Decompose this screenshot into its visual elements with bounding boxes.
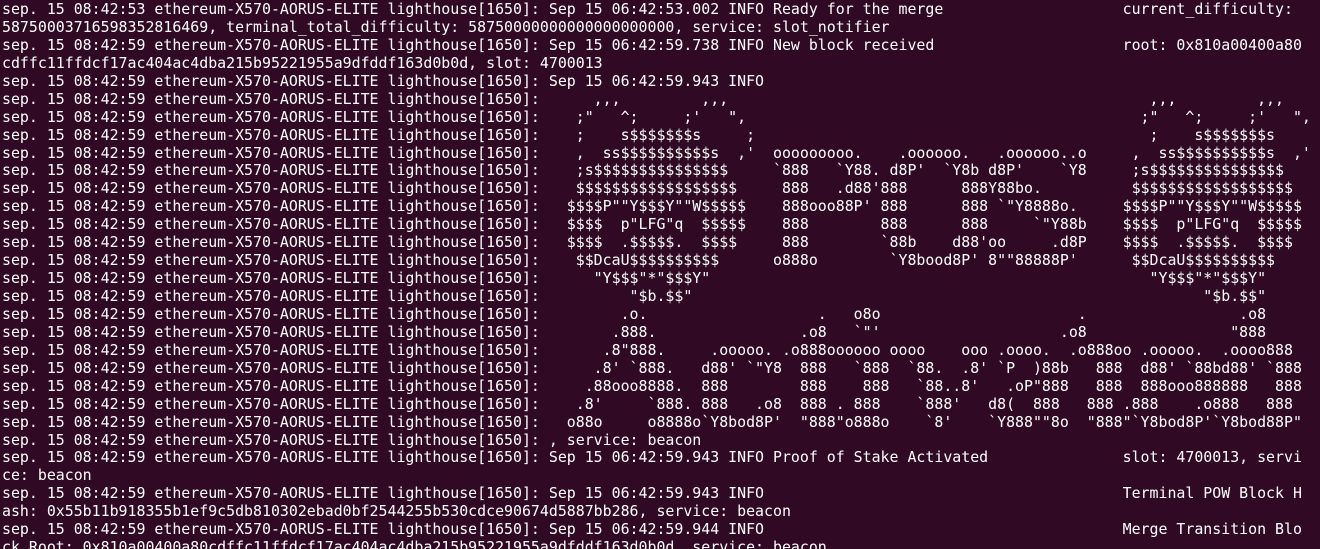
log-line: sep. 15 08:42:59 ethereum-X570-AORUS-ELI… bbox=[2, 287, 1267, 305]
log-line: sep. 15 08:42:59 ethereum-X570-AORUS-ELI… bbox=[2, 430, 702, 449]
log-line: sep. 15 08:42:59 ethereum-X570-AORUS-ELI… bbox=[2, 71, 765, 90]
log-line: sep. 15 08:42:59 ethereum-X570-AORUS-ELI… bbox=[2, 125, 1320, 144]
log-line: sep. 15 08:42:59 ethereum-X570-AORUS-ELI… bbox=[2, 179, 1293, 198]
log-line: sep. 15 08:42:59 ethereum-X570-AORUS-ELI… bbox=[2, 304, 1267, 323]
log-line: sep. 15 08:42:59 ethereum-X570-AORUS-ELI… bbox=[2, 376, 1302, 395]
log-line: sep. 15 08:42:59 ethereum-X570-AORUS-ELI… bbox=[2, 269, 1267, 288]
terminal-window[interactable]: sep. 15 08:42:53 ethereum-X570-AORUS-ELI… bbox=[0, 0, 1320, 549]
log-line: sep. 15 08:42:59 ethereum-X570-AORUS-ELI… bbox=[2, 35, 1302, 54]
log-line: sep. 15 08:42:59 ethereum-X570-AORUS-ELI… bbox=[2, 251, 1276, 270]
log-line: sep. 15 08:42:59 ethereum-X570-AORUS-ELI… bbox=[2, 484, 1302, 503]
log-line: sep. 15 08:42:59 ethereum-X570-AORUS-ELI… bbox=[2, 161, 1284, 180]
log-line: ck Root: 0x810a00400a80cdffc11ffdcf17ac4… bbox=[2, 538, 827, 549]
log-line: sep. 15 08:42:59 ethereum-X570-AORUS-ELI… bbox=[2, 322, 1267, 341]
terminal-log-output: sep. 15 08:42:53 ethereum-X570-AORUS-ELI… bbox=[2, 0, 1320, 549]
log-line: sep. 15 08:42:59 ethereum-X570-AORUS-ELI… bbox=[2, 143, 1311, 162]
log-line: sep. 15 08:42:59 ethereum-X570-AORUS-ELI… bbox=[2, 340, 1293, 359]
log-line: sep. 15 08:42:59 ethereum-X570-AORUS-ELI… bbox=[2, 412, 1302, 431]
log-line: cdffc11ffdcf17ac404ac4dba215b95221955a9d… bbox=[2, 53, 603, 72]
log-line: 58750003716598352816469, terminal_total_… bbox=[2, 17, 890, 36]
log-line: sep. 15 08:42:59 ethereum-X570-AORUS-ELI… bbox=[2, 107, 1311, 126]
log-line: sep. 15 08:42:59 ethereum-X570-AORUS-ELI… bbox=[2, 520, 1302, 539]
log-line: sep. 15 08:42:59 ethereum-X570-AORUS-ELI… bbox=[2, 358, 1302, 377]
log-line: sep. 15 08:42:59 ethereum-X570-AORUS-ELI… bbox=[2, 89, 1284, 108]
log-line: sep. 15 08:42:59 ethereum-X570-AORUS-ELI… bbox=[2, 448, 1302, 467]
log-line: ce: beacon bbox=[2, 466, 92, 485]
log-line: sep. 15 08:42:59 ethereum-X570-AORUS-ELI… bbox=[2, 233, 1293, 252]
log-line: sep. 15 08:42:59 ethereum-X570-AORUS-ELI… bbox=[2, 394, 1293, 413]
log-line: ash: 0x55b11b918355b1ef9c5db810302ebad0b… bbox=[2, 502, 791, 521]
log-line: sep. 15 08:42:59 ethereum-X570-AORUS-ELI… bbox=[2, 197, 1302, 216]
log-line: sep. 15 08:42:59 ethereum-X570-AORUS-ELI… bbox=[2, 215, 1302, 234]
log-line: sep. 15 08:42:53 ethereum-X570-AORUS-ELI… bbox=[2, 0, 1293, 18]
